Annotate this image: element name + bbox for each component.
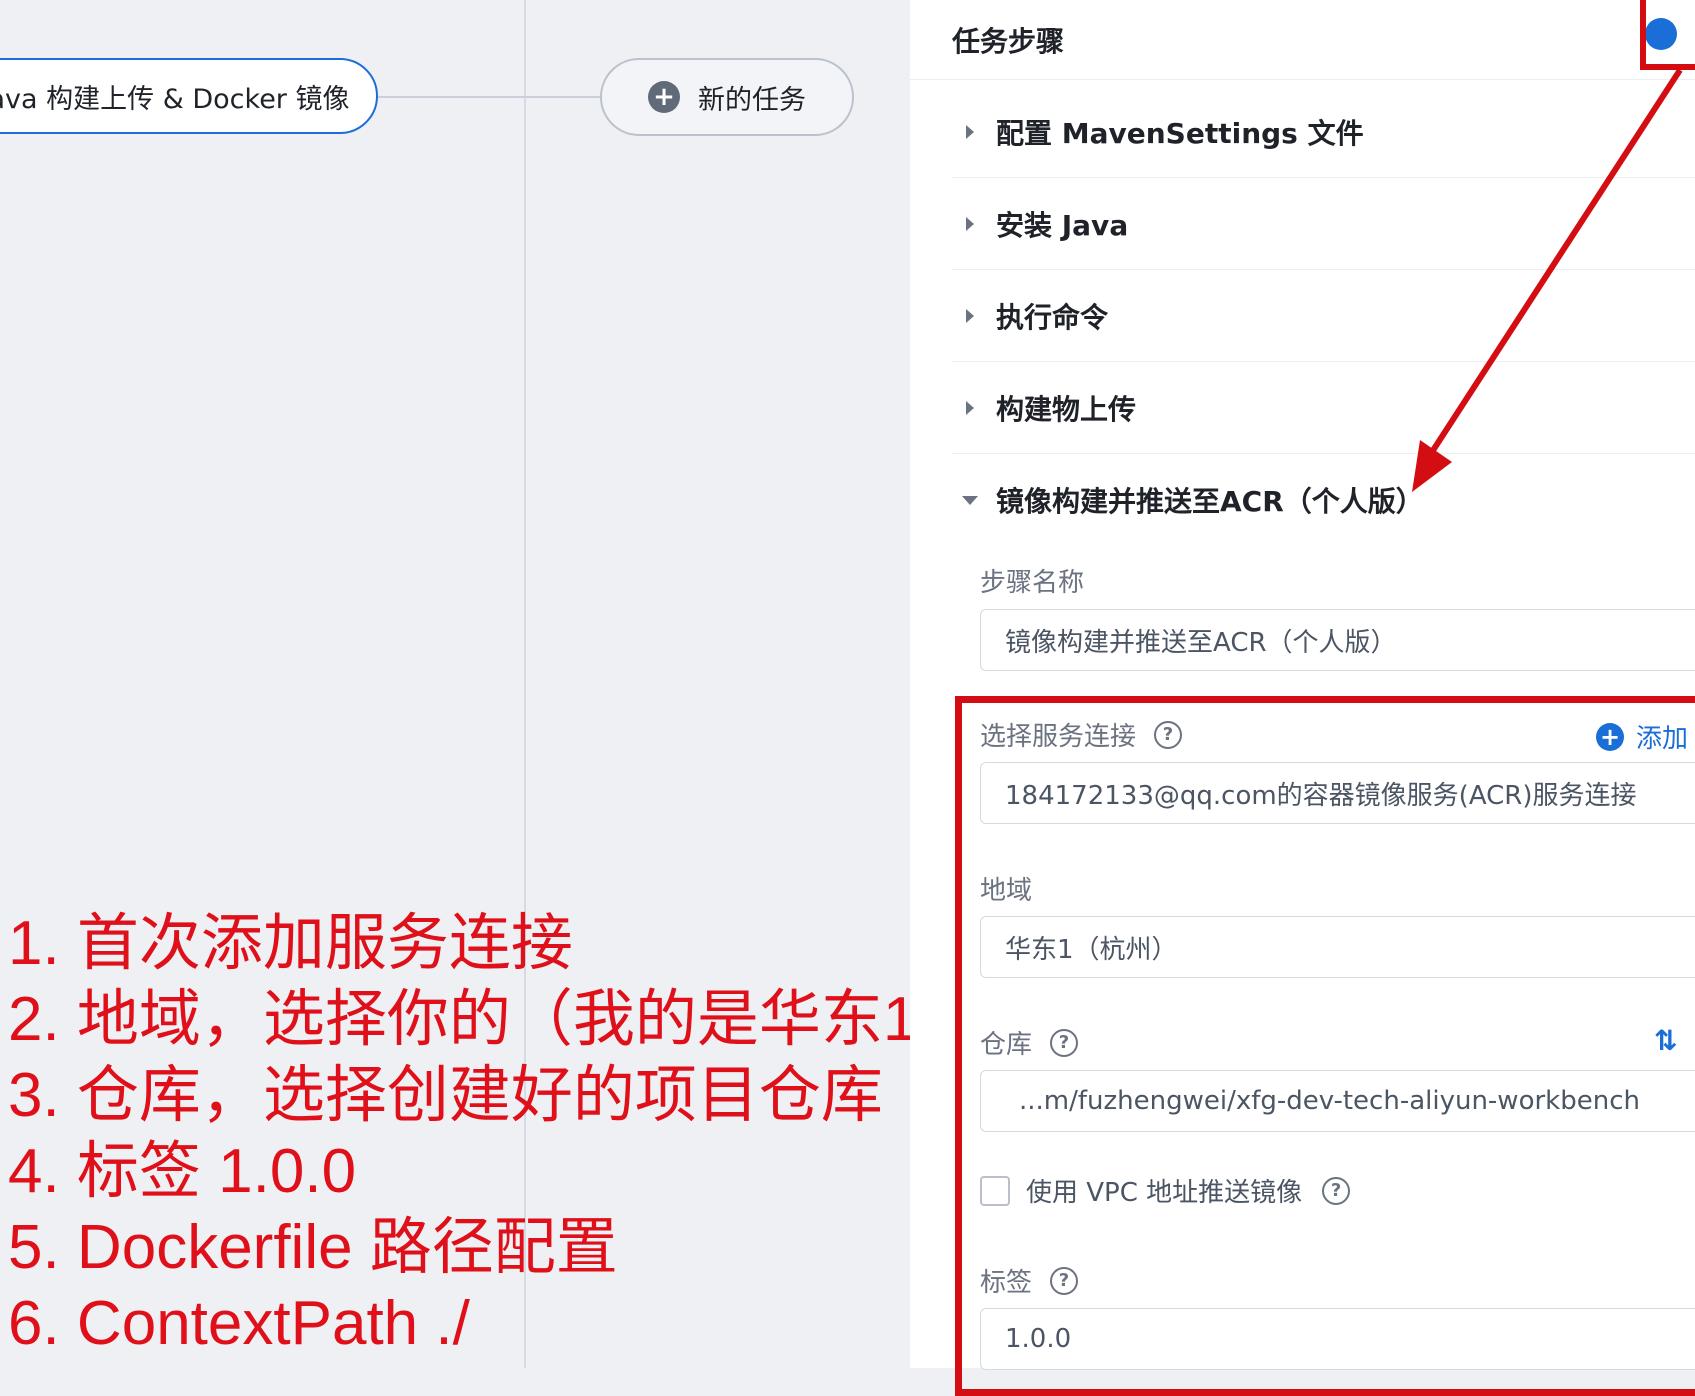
new-task-label: 新的任务 xyxy=(698,84,806,116)
step-item-expanded[interactable]: 镜像构建并推送至ACR（个人版） xyxy=(952,454,1695,546)
job-node[interactable]: ava 构建上传 & Docker 镜像 xyxy=(0,58,378,134)
step-name-label: 步骤名称 xyxy=(980,562,1084,599)
annotation-note: 3. 仓库，选择创建好的项目仓库 xyxy=(8,1061,883,1130)
step-item[interactable]: 构建物上传 xyxy=(952,362,1695,454)
node-connector xyxy=(378,96,600,98)
step-label: 配置 MavenSettings 文件 xyxy=(996,116,1364,150)
annotation-note: 2. 地域，选择你的（我的是华东1） xyxy=(8,985,980,1054)
annotation-note: 1. 首次添加服务连接 xyxy=(8,909,573,978)
caret-right-icon xyxy=(966,400,974,415)
new-task-button[interactable]: + 新的任务 xyxy=(600,58,854,136)
pipeline-canvas: ava 构建上传 & Docker 镜像 + 新的任务 1. 首次添加服务连接 … xyxy=(0,0,979,1368)
step-label: 镜像构建并推送至ACR（个人版） xyxy=(996,485,1424,518)
step-item[interactable]: 执行命令 xyxy=(952,270,1695,362)
step-item[interactable]: 配置 MavenSettings 文件 xyxy=(952,86,1695,178)
step-name-value: 镜像构建并推送至ACR（个人版） xyxy=(1005,627,1397,658)
step-label: 构建物上传 xyxy=(996,392,1137,426)
caret-down-icon xyxy=(962,495,978,505)
step-label: 安装 Java xyxy=(996,208,1129,242)
annotation-note: 4. 标签 1.0.0 xyxy=(8,1137,357,1206)
annotation-box-form xyxy=(955,696,1695,1396)
step-name-label-text: 步骤名称 xyxy=(980,568,1085,598)
panel-title: 任务步骤 xyxy=(952,24,1065,58)
step-name-input[interactable]: 镜像构建并推送至ACR（个人版） xyxy=(980,609,1695,671)
annotation-note: 5. Dockerfile 路径配置 xyxy=(8,1213,618,1282)
plus-icon: + xyxy=(648,81,680,113)
caret-right-icon xyxy=(966,216,974,231)
step-item[interactable]: 安装 Java xyxy=(952,178,1695,270)
caret-right-icon xyxy=(966,308,974,323)
annotation-note: 6. ContextPath ./ xyxy=(8,1289,470,1358)
panel-header: 任务步骤 xyxy=(910,0,1695,80)
step-label: 执行命令 xyxy=(996,300,1109,334)
caret-right-icon xyxy=(966,124,974,139)
annotation-box-add-step xyxy=(1640,0,1695,70)
annotation-notes: 1. 首次添加服务连接 2. 地域，选择你的（我的是华东1） 3. 仓库，选择创… xyxy=(8,906,979,1362)
job-node-label: ava 构建上传 & Docker 镜像 xyxy=(0,83,350,115)
